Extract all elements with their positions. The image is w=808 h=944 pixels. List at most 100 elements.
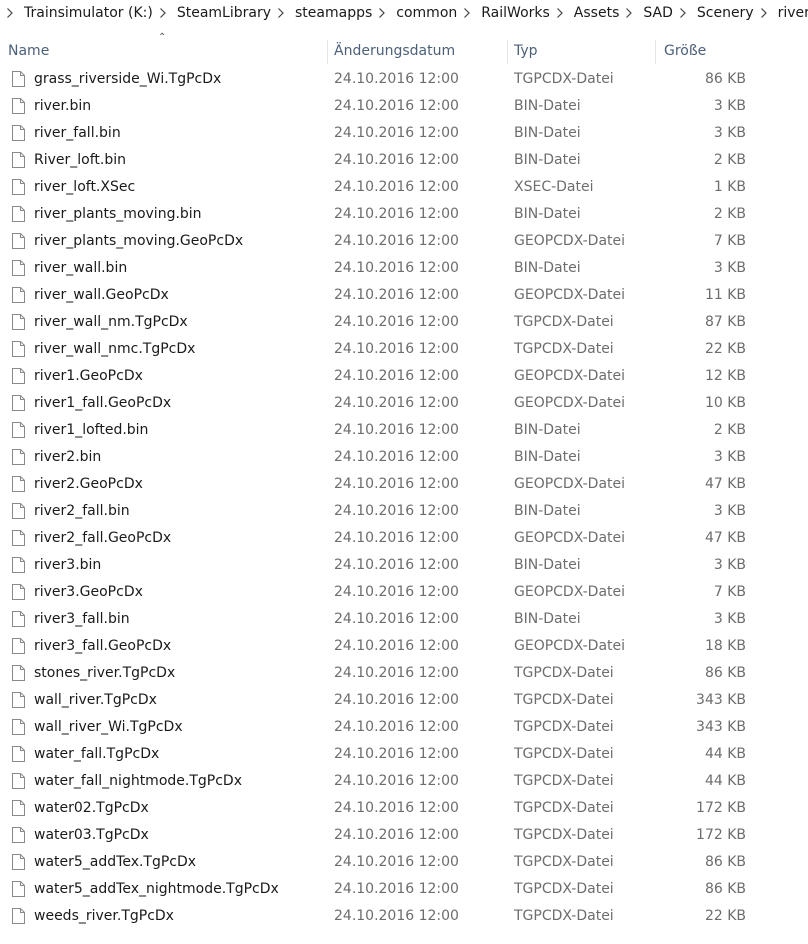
breadcrumb-label: Scenery bbox=[696, 5, 754, 21]
file-row[interactable]: water_fall.TgPcDx 24.10.2016 12:00 TGPCDX-… bbox=[0, 741, 808, 768]
column-header-size[interactable]: Größe bbox=[656, 36, 808, 66]
file-row[interactable]: river3.bin 24.10.2016 12:00 BIN-Datei 3 KB bbox=[0, 552, 808, 579]
breadcrumb-label: SAD bbox=[643, 5, 673, 21]
file-name: grass_riverside_Wi.TgPcDx bbox=[34, 71, 222, 87]
file-size: 86 KB bbox=[704, 854, 746, 870]
file-row[interactable]: river_wall_nm.TgPcDx 24.10.2016 12:00 TGPC… bbox=[0, 309, 808, 336]
file-type: GEOPCDX-Datei bbox=[514, 476, 626, 492]
file-name: wall_river.TgPcDx bbox=[34, 692, 157, 708]
breadcrumb-item[interactable]: RailWorks bbox=[457, 5, 550, 21]
document-icon bbox=[12, 719, 25, 735]
breadcrumb-label: common bbox=[396, 5, 458, 21]
file-name: River_loft.bin bbox=[34, 152, 126, 168]
file-date: 24.10.2016 12:00 bbox=[334, 395, 459, 411]
file-row[interactable]: water03.TgPcDx 24.10.2016 12:00 TGPCDX-Dat… bbox=[0, 822, 808, 849]
file-size: 44 KB bbox=[704, 746, 746, 762]
document-icon bbox=[12, 584, 25, 600]
breadcrumb-item[interactable]: SAD bbox=[619, 5, 673, 21]
file-row[interactable]: river3_fall.bin 24.10.2016 12:00 BIN-Datei… bbox=[0, 606, 808, 633]
file-name: river3.bin bbox=[34, 557, 102, 573]
column-header-name[interactable]: ⌃ Name bbox=[0, 32, 328, 66]
chevron-right-icon[interactable] bbox=[679, 8, 687, 18]
breadcrumb-item[interactable]: river2 bbox=[754, 5, 808, 21]
column-header-type[interactable]: Typ bbox=[508, 36, 656, 66]
file-name: river.bin bbox=[34, 98, 92, 114]
file-row[interactable]: wall_river_Wi.TgPcDx 24.10.2016 12:00 TGPC… bbox=[0, 714, 808, 741]
chevron-right-icon[interactable] bbox=[463, 8, 471, 18]
breadcrumb-label: river2 bbox=[777, 5, 808, 21]
file-size: 343 KB bbox=[696, 719, 746, 735]
file-row[interactable]: weeds_river.TgPcDx 24.10.2016 12:00 TGPCDX… bbox=[0, 903, 808, 930]
file-size: 11 KB bbox=[704, 287, 746, 303]
document-icon bbox=[12, 179, 25, 195]
chevron-right-icon[interactable] bbox=[159, 8, 167, 18]
file-date: 24.10.2016 12:00 bbox=[334, 71, 459, 87]
file-row[interactable]: river2_fall.GeoPcDx 24.10.2016 12:00 GEOPC… bbox=[0, 525, 808, 552]
file-name: river_wall.GeoPcDx bbox=[34, 287, 169, 303]
file-size: 47 KB bbox=[704, 530, 746, 546]
column-header-date[interactable]: Änderungsdatum bbox=[328, 36, 508, 66]
breadcrumb-item[interactable]: steamapps bbox=[271, 5, 372, 21]
file-date: 24.10.2016 12:00 bbox=[334, 368, 459, 384]
file-row[interactable]: river1_lofted.bin 24.10.2016 12:00 BIN-Dat… bbox=[0, 417, 808, 444]
file-row[interactable]: river.bin 24.10.2016 12:00 BIN-Datei 3 KB bbox=[0, 93, 808, 120]
column-header-name-label: Name bbox=[8, 43, 50, 59]
file-row[interactable]: water5_addTex_nightmode.TgPcDx 24.10.2016… bbox=[0, 876, 808, 903]
file-row[interactable]: wall_river.TgPcDx 24.10.2016 12:00 TGPCDX-… bbox=[0, 687, 808, 714]
chevron-right-icon[interactable] bbox=[6, 8, 14, 18]
file-row[interactable]: river_wall.bin 24.10.2016 12:00 BIN-Datei 3… bbox=[0, 255, 808, 282]
file-row[interactable]: grass_riverside_Wi.TgPcDx 24.10.2016 12:0… bbox=[0, 66, 808, 93]
column-header-date-label: Änderungsdatum bbox=[334, 43, 456, 59]
file-type: TGPCDX-Datei bbox=[514, 719, 614, 735]
file-type: TGPCDX-Datei bbox=[514, 665, 614, 681]
file-name: river_fall.bin bbox=[34, 125, 121, 141]
file-type: TGPCDX-Datei bbox=[514, 854, 614, 870]
document-icon bbox=[12, 692, 25, 708]
document-icon bbox=[12, 206, 25, 222]
chevron-right-icon[interactable] bbox=[277, 8, 285, 18]
file-row[interactable]: river3.GeoPcDx 24.10.2016 12:00 GEOPCDX-Da… bbox=[0, 579, 808, 606]
chevron-right-icon[interactable] bbox=[556, 8, 564, 18]
file-row[interactable]: river2_fall.bin 24.10.2016 12:00 BIN-Datei… bbox=[0, 498, 808, 525]
file-size: 18 KB bbox=[704, 638, 746, 654]
file-date: 24.10.2016 12:00 bbox=[334, 692, 459, 708]
file-row[interactable]: water5_addTex.TgPcDx 24.10.2016 12:00 TGPC… bbox=[0, 849, 808, 876]
breadcrumb-item[interactable]: Trainsimulator (K:) bbox=[0, 5, 153, 21]
file-name: river3_fall.GeoPcDx bbox=[34, 638, 172, 654]
breadcrumb-item[interactable]: common bbox=[372, 5, 457, 21]
file-row[interactable]: water_fall_nightmode.TgPcDx 24.10.2016 12… bbox=[0, 768, 808, 795]
file-row[interactable]: river1_fall.GeoPcDx 24.10.2016 12:00 GEOPC… bbox=[0, 390, 808, 417]
chevron-right-icon[interactable] bbox=[760, 8, 768, 18]
file-row[interactable]: river2.GeoPcDx 24.10.2016 12:00 GEOPCDX-Da… bbox=[0, 471, 808, 498]
file-row[interactable]: river_wall_nmc.TgPcDx 24.10.2016 12:00 TGP… bbox=[0, 336, 808, 363]
file-row[interactable]: river_wall.GeoPcDx 24.10.2016 12:00 GEOPCD… bbox=[0, 282, 808, 309]
file-size: 2 KB bbox=[713, 152, 746, 168]
file-row[interactable]: river2.bin 24.10.2016 12:00 BIN-Datei 3 KB bbox=[0, 444, 808, 471]
file-size: 86 KB bbox=[704, 881, 746, 897]
file-name: water_fall.TgPcDx bbox=[34, 746, 160, 762]
file-row[interactable]: water02.TgPcDx 24.10.2016 12:00 TGPCDX-Dat… bbox=[0, 795, 808, 822]
file-date: 24.10.2016 12:00 bbox=[334, 827, 459, 843]
file-size: 3 KB bbox=[713, 260, 746, 276]
chevron-right-icon[interactable] bbox=[378, 8, 386, 18]
file-row[interactable]: river_loft.XSec 24.10.2016 12:00 XSEC-Date… bbox=[0, 174, 808, 201]
file-row[interactable]: river_plants_moving.GeoPcDx 24.10.2016 12… bbox=[0, 228, 808, 255]
breadcrumb-item[interactable]: Assets bbox=[550, 5, 619, 21]
file-row[interactable]: stones_river.TgPcDx 24.10.2016 12:00 TGPCD… bbox=[0, 660, 808, 687]
file-date: 24.10.2016 12:00 bbox=[334, 206, 459, 222]
file-type: BIN-Datei bbox=[514, 206, 581, 222]
file-row[interactable]: River_loft.bin 24.10.2016 12:00 BIN-Datei 2… bbox=[0, 147, 808, 174]
file-size: 3 KB bbox=[713, 503, 746, 519]
file-row[interactable]: river_fall.bin 24.10.2016 12:00 BIN-Datei 3… bbox=[0, 120, 808, 147]
breadcrumb-item[interactable]: Scenery bbox=[673, 5, 754, 21]
file-row[interactable]: river3_fall.GeoPcDx 24.10.2016 12:00 GEOPC… bbox=[0, 633, 808, 660]
file-date: 24.10.2016 12:00 bbox=[334, 557, 459, 573]
document-icon bbox=[12, 368, 25, 384]
file-row[interactable]: river_plants_moving.bin 24.10.2016 12:00 B… bbox=[0, 201, 808, 228]
chevron-right-icon[interactable] bbox=[625, 8, 633, 18]
file-date: 24.10.2016 12:00 bbox=[334, 881, 459, 897]
file-type: BIN-Datei bbox=[514, 152, 581, 168]
breadcrumb-item[interactable]: SteamLibrary bbox=[153, 5, 271, 21]
file-name: water02.TgPcDx bbox=[34, 800, 149, 816]
file-row[interactable]: river1.GeoPcDx 24.10.2016 12:00 GEOPCDX-Da… bbox=[0, 363, 808, 390]
